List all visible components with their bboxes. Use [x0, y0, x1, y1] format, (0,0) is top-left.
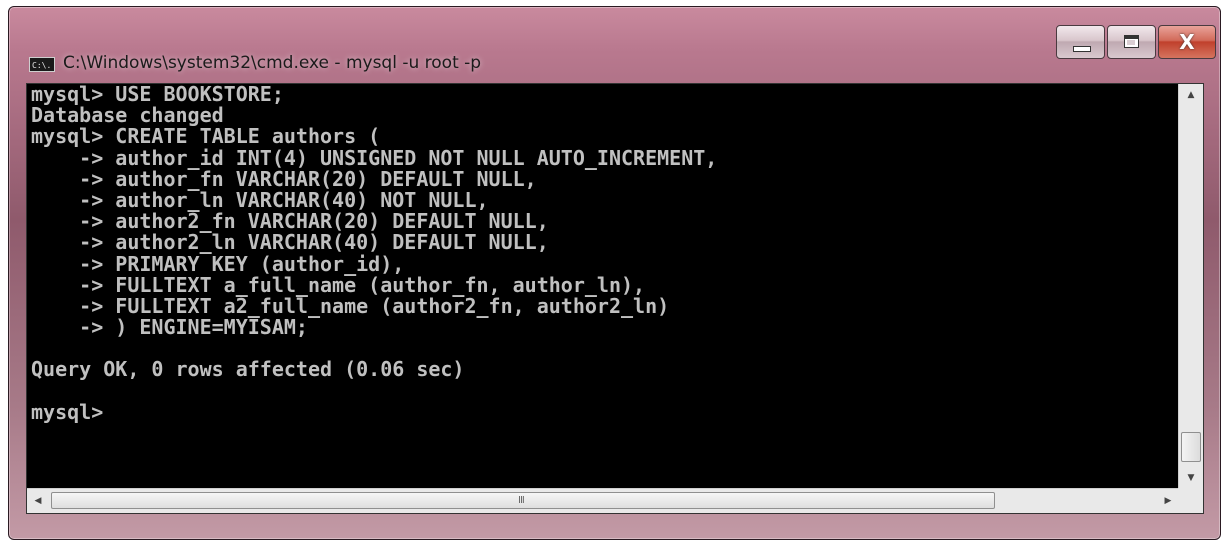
console-line: mysql> CREATE TABLE authors (: [31, 124, 381, 149]
scroll-up-arrow-icon[interactable]: ▲: [1179, 84, 1203, 106]
console-line: -> author2_ln VARCHAR(40) DEFAULT NULL,: [31, 230, 549, 255]
cmd-window: C:\. C:\Windows\system32\cmd.exe - mysql…: [8, 6, 1221, 540]
console-line: -> author2_fn VARCHAR(20) DEFAULT NULL,: [31, 209, 549, 234]
console-line: -> PRIMARY KEY (author_id),: [31, 251, 405, 276]
cmd-app-icon[interactable]: C:\.: [29, 57, 55, 72]
scroll-left-arrow-icon[interactable]: ◀: [27, 489, 49, 513]
console-prompt[interactable]: mysql>: [27, 401, 1179, 423]
scroll-grip-icon: III: [518, 495, 525, 506]
scroll-down-arrow-icon[interactable]: ▼: [1179, 467, 1203, 489]
console-line: -> author_ln VARCHAR(40) NOT NULL,: [31, 187, 489, 212]
close-icon: X: [1179, 30, 1195, 54]
console-line: mysql> USE BOOKSTORE;: [31, 84, 284, 106]
minimize-button[interactable]: [1056, 25, 1105, 59]
console-line: -> author_fn VARCHAR(20) DEFAULT NULL,: [31, 166, 537, 191]
close-button[interactable]: X: [1158, 25, 1216, 59]
horizontal-scrollbar[interactable]: ◀ III ▶: [27, 488, 1179, 513]
vertical-scrollbar[interactable]: ▲ ▼: [1178, 84, 1203, 489]
console-line: -> ) ENGINE=MYISAM;: [31, 315, 308, 340]
vertical-scroll-thumb[interactable]: [1181, 432, 1201, 462]
console-line: -> author_id INT(4) UNSIGNED NOT NULL AU…: [31, 145, 718, 170]
horizontal-scroll-thumb[interactable]: III: [51, 492, 995, 509]
minimize-icon: [1073, 46, 1091, 52]
console-line: -> FULLTEXT a_full_name (author_fn, auth…: [31, 272, 646, 297]
console-line: -> FULLTEXT a2_full_name (author2_fn, au…: [31, 293, 670, 318]
window-controls: X: [1054, 25, 1216, 61]
maximize-button[interactable]: [1107, 25, 1156, 59]
window-title: C:\Windows\system32\cmd.exe - mysql -u r…: [63, 53, 482, 73]
resize-grip-icon[interactable]: [1178, 488, 1203, 513]
console-line: Database changed: [31, 103, 224, 128]
console-output[interactable]: mysql> USE BOOKSTORE; Database changed m…: [27, 84, 1179, 489]
title-bar[interactable]: C:\. C:\Windows\system32\cmd.exe - mysql…: [9, 7, 1220, 79]
scroll-right-arrow-icon[interactable]: ▶: [1157, 489, 1179, 513]
console-line: Query OK, 0 rows affected (0.06 sec): [31, 357, 465, 382]
console-client-area: mysql> USE BOOKSTORE; Database changed m…: [26, 83, 1204, 514]
maximize-icon: [1124, 35, 1139, 48]
